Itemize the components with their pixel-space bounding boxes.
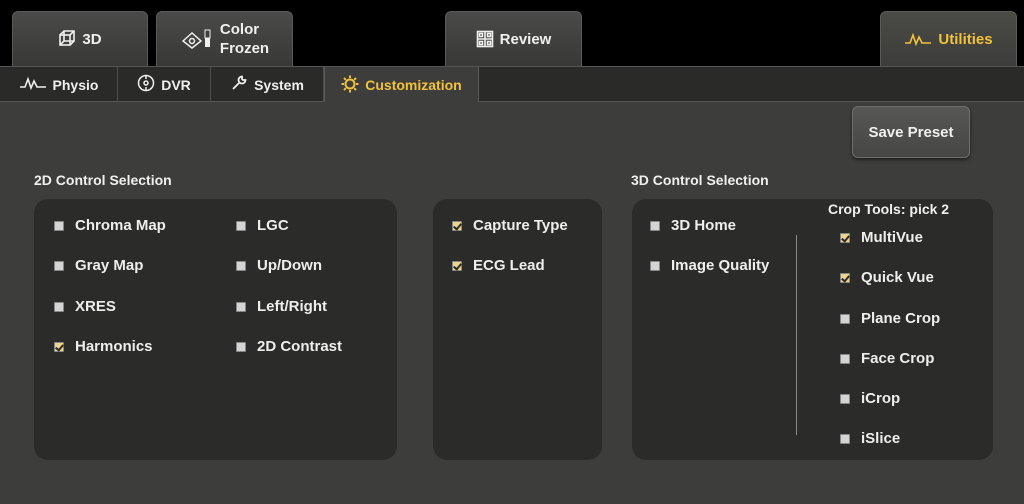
option-label: Up/Down xyxy=(257,257,322,274)
option-label: Chroma Map xyxy=(75,217,166,234)
panel-3d-controls: 3D Home Image Quality Crop Tools: pick 2… xyxy=(632,199,993,460)
checkbox-checked[interactable] xyxy=(54,341,64,352)
option-2d-contrast[interactable]: 2D Contrast xyxy=(236,338,342,355)
option-label: Face Crop xyxy=(861,350,935,367)
subtab-customization-label: Customization xyxy=(365,77,462,93)
checkbox[interactable] xyxy=(840,433,850,444)
section-3d-title: 3D Control Selection xyxy=(631,172,769,188)
probe-fan-icon xyxy=(180,28,214,50)
checkbox[interactable] xyxy=(54,260,64,271)
subtab-physio[interactable]: Physio xyxy=(0,67,118,102)
option-multivue[interactable]: MultiVue xyxy=(840,229,923,246)
sub-tab-bar: Physio DVR System Customization xyxy=(0,66,1024,103)
checkbox[interactable] xyxy=(236,220,246,231)
subtab-physio-label: Physio xyxy=(52,76,99,93)
subtab-customization[interactable]: Customization xyxy=(324,67,479,103)
save-preset-button[interactable]: Save Preset xyxy=(852,106,970,158)
option-label: Gray Map xyxy=(75,257,144,274)
checkbox-checked[interactable] xyxy=(840,232,850,243)
section-2d-title: 2D Control Selection xyxy=(34,172,172,188)
tab-3d-label: 3D xyxy=(82,30,102,48)
option-label: Quick Vue xyxy=(861,269,934,286)
subtab-system[interactable]: System xyxy=(211,67,324,102)
tab-color-label: Color xyxy=(219,21,260,38)
checkbox[interactable] xyxy=(236,341,246,352)
option-label: Harmonics xyxy=(75,338,153,355)
tab-color-frozen-label: Color Frozen xyxy=(220,20,269,58)
gear-icon xyxy=(341,75,359,96)
panel-2d-controls: Chroma Map Gray Map XRES Harmonics LGC U… xyxy=(34,199,397,460)
subtab-dvr[interactable]: DVR xyxy=(118,67,211,102)
option-label: 3D Home xyxy=(671,217,737,234)
option-3d-home[interactable]: 3D Home xyxy=(650,217,736,234)
tab-review-label: Review xyxy=(499,30,552,48)
option-label: iSlice xyxy=(861,430,901,447)
checkbox[interactable] xyxy=(840,393,850,404)
panel-divider xyxy=(796,235,797,435)
option-capture-type[interactable]: Capture Type xyxy=(452,217,568,234)
checkbox[interactable] xyxy=(236,260,246,271)
option-label: XRES xyxy=(75,298,116,315)
tab-frozen-label: Frozen xyxy=(219,40,270,57)
panel-2d-extra: Capture Type ECG Lead xyxy=(433,199,602,460)
option-harmonics[interactable]: Harmonics xyxy=(54,338,153,355)
ecg-waveform-icon xyxy=(19,75,47,94)
option-xres[interactable]: XRES xyxy=(54,298,116,315)
checkbox[interactable] xyxy=(54,301,64,312)
option-label: Image Quality xyxy=(671,257,770,274)
option-label: MultiVue xyxy=(861,229,923,246)
option-label: iCrop xyxy=(861,390,901,407)
option-quick-vue[interactable]: Quick Vue xyxy=(840,269,934,286)
customization-panel: Save Preset 2D Control Selection 3D Cont… xyxy=(0,102,1024,504)
checkbox[interactable] xyxy=(650,220,660,231)
cube-icon xyxy=(58,30,76,48)
top-tab-bar: 3D Color Frozen Review Utilities xyxy=(0,0,1024,66)
checkbox-checked[interactable] xyxy=(840,272,850,283)
tab-utilities-label: Utilities xyxy=(938,30,993,48)
dvr-icon xyxy=(137,74,155,95)
checkbox[interactable] xyxy=(650,260,660,271)
tab-review[interactable]: Review xyxy=(445,11,582,66)
option-image-quality[interactable]: Image Quality xyxy=(650,257,769,274)
option-icrop[interactable]: iCrop xyxy=(840,390,900,407)
option-label: Capture Type xyxy=(473,217,568,234)
option-face-crop[interactable]: Face Crop xyxy=(840,350,934,367)
tab-utilities[interactable]: Utilities xyxy=(880,11,1017,66)
option-islice[interactable]: iSlice xyxy=(840,430,900,447)
option-label: ECG Lead xyxy=(473,257,545,274)
option-label: LGC xyxy=(257,217,289,234)
checkbox[interactable] xyxy=(840,313,850,324)
wrench-icon xyxy=(230,74,248,95)
waveform-icon xyxy=(904,31,932,47)
checkbox-checked[interactable] xyxy=(452,260,462,271)
checkbox[interactable] xyxy=(54,220,64,231)
option-lgc[interactable]: LGC xyxy=(236,217,289,234)
tab-3d[interactable]: 3D xyxy=(12,11,148,66)
checkbox[interactable] xyxy=(840,353,850,364)
tab-color-frozen[interactable]: Color Frozen xyxy=(156,11,293,66)
option-ecg-lead[interactable]: ECG Lead xyxy=(452,257,545,274)
crop-tools-title: Crop Tools: pick 2 xyxy=(828,201,950,217)
option-up-down[interactable]: Up/Down xyxy=(236,257,322,274)
subtab-system-label: System xyxy=(254,76,304,93)
checkbox-checked[interactable] xyxy=(452,220,462,231)
subtab-dvr-label: DVR xyxy=(161,76,191,93)
grid-icon xyxy=(476,30,494,48)
option-label: Left/Right xyxy=(257,298,327,315)
option-label: Plane Crop xyxy=(861,310,941,327)
option-left-right[interactable]: Left/Right xyxy=(236,298,327,315)
option-chroma-map[interactable]: Chroma Map xyxy=(54,217,166,234)
option-plane-crop[interactable]: Plane Crop xyxy=(840,310,940,327)
option-label: 2D Contrast xyxy=(257,338,343,355)
checkbox[interactable] xyxy=(236,301,246,312)
option-gray-map[interactable]: Gray Map xyxy=(54,257,143,274)
